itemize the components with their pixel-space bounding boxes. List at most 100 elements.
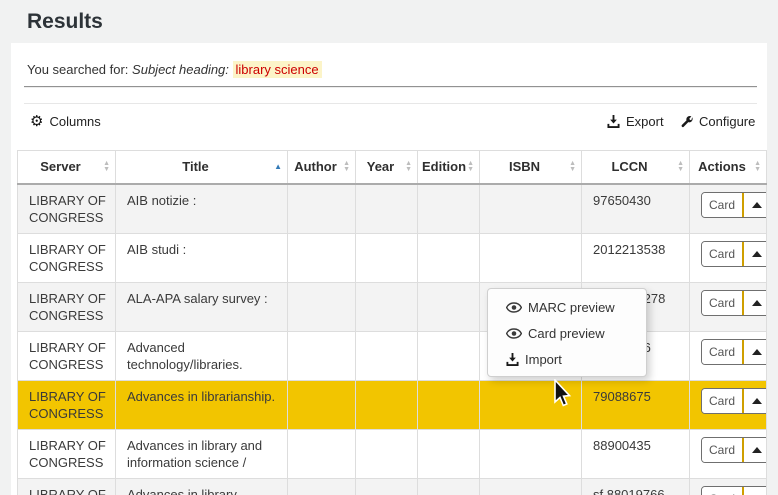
sort-asc-icon: ▲	[274, 163, 282, 171]
card-split-button: Card	[701, 437, 767, 463]
column-header-title[interactable]: Title ▲	[116, 151, 288, 184]
cell-edition	[418, 282, 480, 331]
column-header-label: Year	[367, 159, 394, 174]
column-header-isbn[interactable]: ISBN ▲▼	[480, 151, 582, 184]
eye-icon	[506, 328, 522, 339]
cell-isbn	[480, 429, 582, 478]
column-header-edition[interactable]: Edition▲▼	[418, 151, 480, 184]
configure-button[interactable]: Configure	[680, 114, 755, 129]
caret-up-icon	[752, 349, 762, 355]
actions-context-menu: MARC preview Card preview Import	[487, 288, 647, 377]
cell-server: LIBRARY OF CONGRESS	[18, 282, 116, 331]
cell-actions: Card	[690, 184, 767, 234]
actions-dropdown-toggle[interactable]	[744, 487, 766, 495]
caret-up-icon	[752, 300, 762, 306]
card-button[interactable]: Card	[702, 291, 744, 315]
import-icon	[506, 353, 519, 366]
card-button[interactable]: Card	[702, 242, 744, 266]
table-row[interactable]: LIBRARY OF CONGRESS Advanced technology/…	[18, 331, 767, 380]
actions-dropdown-toggle[interactable]	[744, 193, 766, 217]
sort-icon: ▲▼	[569, 161, 576, 173]
cell-edition	[418, 184, 480, 234]
card-split-button: Card	[701, 388, 767, 414]
cell-actions: Card	[690, 380, 767, 429]
cell-lccn: 88900435	[582, 429, 690, 478]
card-button[interactable]: Card	[702, 340, 744, 364]
cell-server: LIBRARY OF CONGRESS	[18, 233, 116, 282]
column-header-label: Title	[182, 159, 209, 174]
column-header-label: Edition	[422, 159, 466, 174]
export-button-label: Export	[626, 114, 664, 129]
actions-dropdown-toggle[interactable]	[744, 340, 766, 364]
cell-actions: Card	[690, 331, 767, 380]
cell-server: LIBRARY OF CONGRESS	[18, 184, 116, 234]
column-header-server[interactable]: Server▲▼	[18, 151, 116, 184]
actions-dropdown-toggle[interactable]	[744, 291, 766, 315]
cell-title: ALA-APA salary survey :	[116, 282, 288, 331]
actions-dropdown-toggle[interactable]	[744, 438, 766, 462]
menu-item-label: Card preview	[528, 326, 605, 341]
cell-actions: Card	[690, 233, 767, 282]
cell-lccn: 79088675	[582, 380, 690, 429]
configure-button-label: Configure	[699, 114, 755, 129]
search-summary-prefix: You searched for:	[27, 62, 132, 77]
table-row[interactable]: LIBRARY OF CONGRESS Advances in library …	[18, 478, 767, 495]
cell-year	[356, 184, 418, 234]
page-title: Results	[27, 10, 103, 34]
cell-edition	[418, 233, 480, 282]
column-header-label: Actions	[698, 159, 746, 174]
column-header-actions[interactable]: Actions ▲▼	[690, 151, 767, 184]
table-row[interactable]: LIBRARY OF CONGRESS ALA-APA salary surve…	[18, 282, 767, 331]
column-header-author[interactable]: Author▲▼	[288, 151, 356, 184]
sort-icon: ▲▼	[677, 161, 684, 173]
cell-lccn: 2012213538	[582, 233, 690, 282]
table-row[interactable]: LIBRARY OF CONGRESS Advances in library …	[18, 429, 767, 478]
cell-isbn	[480, 184, 582, 234]
table-row[interactable]: LIBRARY OF CONGRESS AIB studi : 20122135…	[18, 233, 767, 282]
cell-year	[356, 380, 418, 429]
cell-year	[356, 429, 418, 478]
table-row[interactable]: LIBRARY OF CONGRESS AIB notizie : 976504…	[18, 184, 767, 234]
cell-title: Advances in librarianship.	[116, 380, 288, 429]
column-header-lccn[interactable]: LCCN▲▼	[582, 151, 690, 184]
cell-title: Advanced technology/libraries.	[116, 331, 288, 380]
cell-title: Advances in library and information scie…	[116, 429, 288, 478]
cell-lccn: sf 88019766	[582, 478, 690, 495]
cell-actions: Card	[690, 282, 767, 331]
export-button[interactable]: Export	[607, 114, 664, 129]
card-split-button: Card	[701, 192, 767, 218]
menu-item-card-preview[interactable]: Card preview	[488, 320, 646, 346]
menu-item-import[interactable]: Import	[488, 346, 646, 372]
card-button[interactable]: Card	[702, 487, 744, 495]
cell-author	[288, 380, 356, 429]
search-term: library science	[233, 61, 322, 78]
column-header-label: ISBN	[509, 159, 540, 174]
menu-item-label: Import	[525, 352, 562, 367]
card-split-button: Card	[701, 339, 767, 365]
cell-lccn: 97650430	[582, 184, 690, 234]
card-button[interactable]: Card	[702, 193, 744, 217]
download-icon	[607, 115, 620, 128]
column-header-year[interactable]: Year▲▼	[356, 151, 418, 184]
sort-icon: ▲▼	[754, 161, 761, 173]
card-button[interactable]: Card	[702, 438, 744, 462]
cell-actions: Card	[690, 429, 767, 478]
sort-icon: ▲▼	[103, 161, 110, 173]
cell-author	[288, 478, 356, 495]
sort-icon: ▲▼	[467, 161, 474, 173]
cell-server: LIBRARY OF CONGRESS	[18, 429, 116, 478]
actions-dropdown-toggle[interactable]	[744, 389, 766, 413]
menu-item-marc-preview[interactable]: MARC preview	[488, 294, 646, 320]
actions-dropdown-toggle[interactable]	[744, 242, 766, 266]
table-row-highlighted[interactable]: LIBRARY OF CONGRESS Advances in libraria…	[18, 380, 767, 429]
card-split-button: Card	[701, 290, 767, 316]
cell-edition	[418, 429, 480, 478]
cell-title: AIB studi :	[116, 233, 288, 282]
cell-edition	[418, 478, 480, 495]
cell-year	[356, 478, 418, 495]
gear-icon: ⚙	[30, 115, 43, 129]
columns-button[interactable]: ⚙ Columns	[30, 114, 101, 129]
cell-title: Advances in library information technolo…	[116, 478, 288, 495]
card-button[interactable]: Card	[702, 389, 744, 413]
columns-button-label: Columns	[49, 114, 100, 129]
